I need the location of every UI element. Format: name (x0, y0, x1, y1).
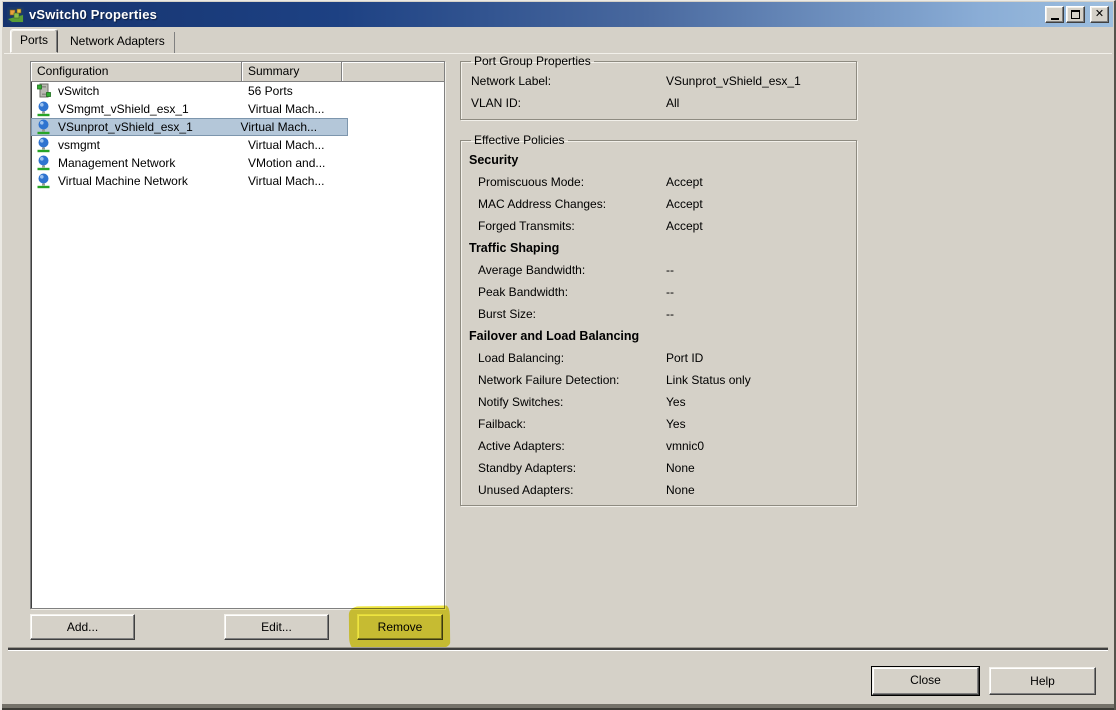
section-security: Security (469, 149, 848, 171)
list-item-config: vSwitch (58, 84, 242, 98)
maximize-icon (1071, 10, 1080, 19)
network-label-value: VSunprot_vShield_esx_1 (666, 74, 848, 88)
policy-label: Promiscuous Mode: (469, 175, 666, 189)
port-group-icon (36, 137, 52, 153)
policy-label: Active Adapters: (469, 439, 666, 453)
list-item-vsunprot-vshield-selected[interactable]: VSunprot_vShield_esx_1 Virtual Mach... (31, 118, 348, 136)
vlan-id-value: All (666, 96, 848, 110)
list-header: Configuration Summary (31, 62, 444, 82)
vsphere-app-icon (7, 7, 24, 23)
close-button[interactable]: Close (872, 667, 979, 695)
policy-value: Yes (666, 417, 848, 431)
vswitch-properties-dialog: vSwitch0 Properties ✕ Ports Network Adap… (0, 0, 1116, 710)
network-label-label: Network Label: (469, 74, 666, 88)
column-header-summary[interactable]: Summary (242, 62, 342, 82)
list-item-vsmgmt-vshield[interactable]: VSmgmt_vShield_esx_1 Virtual Mach... (31, 100, 444, 118)
list-item-summary: Virtual Mach... (235, 120, 348, 134)
edit-button[interactable]: Edit... (224, 614, 329, 640)
list-item-config: VSmgmt_vShield_esx_1 (58, 102, 242, 116)
section-failover-load-balancing: Failover and Load Balancing (469, 325, 848, 347)
policy-label: Average Bandwidth: (469, 263, 666, 277)
section-traffic-shaping: Traffic Shaping (469, 237, 848, 259)
list-item-summary: Virtual Mach... (242, 102, 360, 116)
list-item-summary: Virtual Mach... (242, 174, 360, 188)
vswitch-icon (36, 83, 52, 99)
add-button[interactable]: Add... (30, 614, 135, 640)
list-item-config: Virtual Machine Network (58, 174, 242, 188)
tabstrip: Ports Network Adapters (10, 29, 175, 53)
list-item-config: Management Network (58, 156, 242, 170)
list-item-summary: 56 Ports (242, 84, 360, 98)
port-list[interactable]: Configuration Summary vSwitch 56 Ports (30, 61, 445, 609)
window-title: vSwitch0 Properties (29, 7, 1045, 22)
list-rows: vSwitch 56 Ports VSmgmt_vShield_esx_1 Vi… (31, 82, 444, 190)
close-window-button[interactable]: ✕ (1090, 6, 1109, 23)
tab-network-adapters[interactable]: Network Adapters (61, 32, 175, 53)
column-header-configuration[interactable]: Configuration (31, 62, 242, 82)
effective-policies-groupbox: Effective Policies Security Promiscuous … (460, 133, 857, 506)
list-item-management-network[interactable]: Management Network VMotion and... (31, 154, 444, 172)
port-group-icon (36, 173, 52, 189)
policy-value: -- (666, 285, 848, 299)
policy-value: -- (666, 307, 848, 321)
policy-label: Notify Switches: (469, 395, 666, 409)
titlebar[interactable]: vSwitch0 Properties ✕ (3, 2, 1113, 27)
policy-label: Forged Transmits: (469, 219, 666, 233)
policy-label: Peak Bandwidth: (469, 285, 666, 299)
policy-value: Accept (666, 175, 848, 189)
policy-value: vmnic0 (666, 439, 848, 453)
port-group-properties-groupbox: Port Group Properties Network Label: VSu… (460, 54, 857, 120)
policy-label: Unused Adapters: (469, 483, 666, 497)
list-item-summary: VMotion and... (242, 156, 360, 170)
policy-label: Burst Size: (469, 307, 666, 321)
minimize-icon (1051, 18, 1059, 20)
list-item-vswitch[interactable]: vSwitch 56 Ports (31, 82, 444, 100)
policy-value: Port ID (666, 351, 848, 365)
remove-button[interactable]: Remove (357, 614, 443, 640)
vlan-id-label: VLAN ID: (469, 96, 666, 110)
port-group-icon (36, 119, 52, 135)
maximize-button[interactable] (1066, 6, 1085, 23)
policy-label: MAC Address Changes: (469, 197, 666, 211)
list-item-vsmgmt[interactable]: vsmgmt Virtual Mach... (31, 136, 444, 154)
minimize-button[interactable] (1045, 6, 1064, 23)
policy-label: Standby Adapters: (469, 461, 666, 475)
policy-value: Yes (666, 395, 848, 409)
port-group-icon (36, 155, 52, 171)
close-icon: ✕ (1095, 9, 1104, 20)
port-group-properties-legend: Port Group Properties (471, 54, 594, 68)
tab-ports[interactable]: Ports (10, 29, 58, 53)
list-item-config: VSunprot_vShield_esx_1 (58, 120, 235, 134)
window-bottom-edge (2, 704, 1114, 710)
policy-label: Load Balancing: (469, 351, 666, 365)
policy-value: Accept (666, 197, 848, 211)
policy-value: -- (666, 263, 848, 277)
policy-value: Link Status only (666, 373, 848, 387)
policy-value: None (666, 483, 848, 497)
list-item-virtual-machine-network[interactable]: Virtual Machine Network Virtual Mach... (31, 172, 444, 190)
list-item-config: vsmgmt (58, 138, 242, 152)
policy-value: None (666, 461, 848, 475)
policy-label: Network Failure Detection: (469, 373, 666, 387)
footer-divider (8, 648, 1108, 650)
port-group-icon (36, 101, 52, 117)
list-item-summary: Virtual Mach... (242, 138, 360, 152)
column-header-blank[interactable] (342, 62, 444, 82)
policy-label: Failback: (469, 417, 666, 431)
effective-policies-legend: Effective Policies (471, 133, 568, 147)
help-button[interactable]: Help (989, 667, 1096, 695)
policy-value: Accept (666, 219, 848, 233)
